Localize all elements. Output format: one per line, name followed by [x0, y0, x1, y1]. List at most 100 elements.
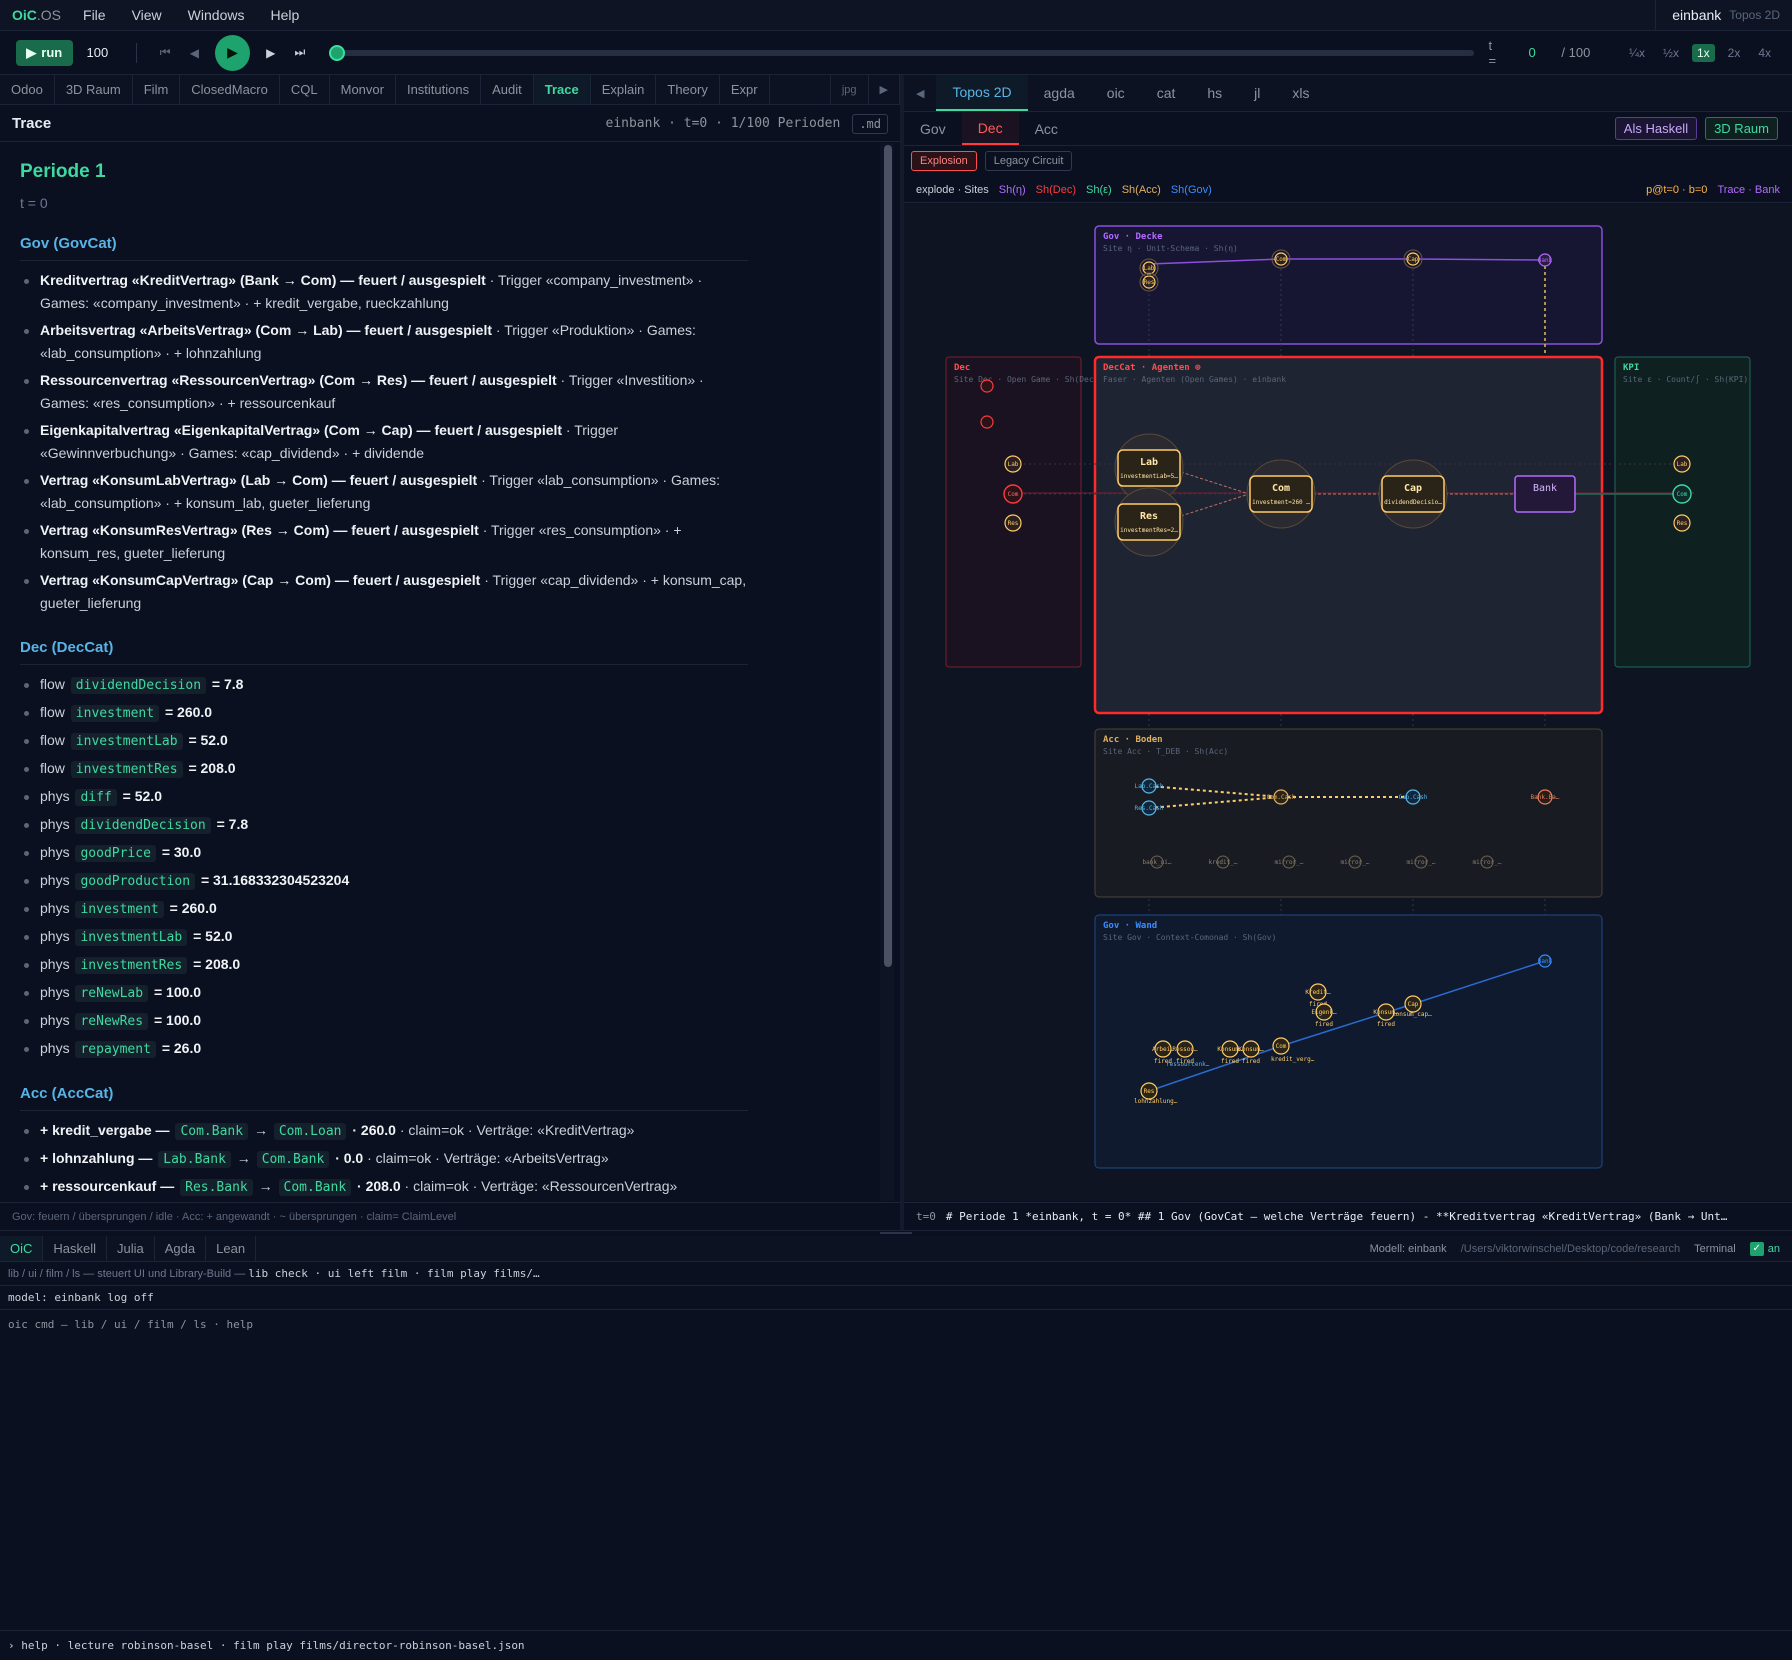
speed-quarter[interactable]: ¼x [1624, 44, 1650, 62]
menu-help[interactable]: Help [270, 7, 299, 23]
tab-topos-2d[interactable]: Topos 2D [936, 75, 1028, 111]
menu-file[interactable]: File [83, 7, 106, 23]
dec-res-node[interactable]: Res [1004, 514, 1022, 532]
tab-theory[interactable]: Theory [656, 75, 720, 104]
model-name[interactable]: einbank [1672, 7, 1721, 23]
tab-julia[interactable]: Julia [107, 1236, 155, 1261]
tab-trace[interactable]: Trace [533, 75, 591, 104]
kpi-res-node[interactable]: Res [1673, 514, 1691, 532]
agent-com[interactable]: Com investment=260 … [1246, 459, 1316, 529]
speed-2x[interactable]: 2x [1723, 44, 1746, 62]
trace-scrollbar-thumb[interactable] [884, 145, 892, 967]
explosion-mode-button[interactable]: Explosion [911, 151, 977, 171]
tab-xls[interactable]: xls [1276, 75, 1325, 111]
dec-com-node[interactable]: Com [1003, 484, 1023, 504]
node-label: Com [1677, 491, 1688, 498]
collapse-left-icon[interactable]: ◀ [904, 75, 936, 111]
step-forward-icon[interactable]: ▶ [256, 46, 285, 60]
list-item: Kreditvertrag «KreditVertrag» (Bank → Co… [20, 269, 748, 315]
kv-key: dividendDecision [70, 677, 207, 694]
gov-decke-node[interactable]: Com [1271, 249, 1291, 269]
tab-jpg[interactable]: jpg [829, 75, 869, 104]
tab-oic-console[interactable]: OiC [0, 1236, 44, 1261]
tabs-scroll-right-icon[interactable]: ▶ [869, 75, 900, 104]
tab-closedmacro[interactable]: ClosedMacro [180, 75, 280, 104]
tab-lean[interactable]: Lean [206, 1236, 257, 1261]
speed-1x[interactable]: 1x [1691, 43, 1715, 62]
tab-audit[interactable]: Audit [481, 75, 534, 104]
trace-scrollbar[interactable] [880, 143, 894, 1201]
posting-name: + kredit_vergabe — [40, 1122, 170, 1138]
tab-agda-console[interactable]: Agda [155, 1236, 207, 1261]
tab-film[interactable]: Film [133, 75, 181, 104]
dec-site[interactable] [945, 356, 1082, 668]
tab-explain[interactable]: Explain [591, 75, 657, 104]
speed-4x[interactable]: 4x [1753, 44, 1776, 62]
3d-raum-button[interactable]: 3D Raum [1705, 117, 1778, 140]
skip-start-icon[interactable]: ⏮ [151, 45, 180, 60]
tab-monvor[interactable]: Monvor [330, 75, 396, 104]
tab-gov[interactable]: Gov [904, 112, 962, 145]
terminal-checkbox[interactable]: ✓ [1749, 1241, 1764, 1256]
play-button[interactable]: ▶ [215, 34, 251, 71]
as-haskell-button[interactable]: Als Haskell [1614, 117, 1698, 140]
tab-oic[interactable]: oic [1091, 75, 1141, 111]
kpi-site[interactable] [1614, 356, 1751, 668]
agent-res[interactable]: Res investmentRes=2… [1114, 487, 1184, 557]
tab-institutions[interactable]: Institutions [396, 75, 482, 104]
ticks-input[interactable]: 100 [87, 45, 122, 60]
legacy-circuit-mode-button[interactable]: Legacy Circuit [984, 151, 1073, 171]
command-input[interactable]: › help · lecture robinson-basel · film p… [0, 1630, 1792, 1660]
kv-key: investment [70, 705, 160, 722]
skip-end-icon[interactable]: ⏭ [285, 45, 314, 60]
tab-cat[interactable]: cat [1141, 75, 1192, 111]
list-item: phys investment = 260.0 [20, 897, 748, 921]
tab-jl[interactable]: jl [1238, 75, 1276, 111]
kpi-com-node[interactable]: Com [1672, 484, 1692, 504]
speed-half[interactable]: ½x [1658, 44, 1684, 62]
trace-bank-link[interactable]: Trace · Bank [1717, 184, 1780, 196]
splitter-grip[interactable] [880, 1232, 912, 1234]
legend-sh-gov: Sh(Gov) [1170, 183, 1212, 196]
tab-dec[interactable]: Dec [961, 112, 1019, 145]
dec-open-game-node[interactable] [980, 415, 994, 429]
tab-odoo[interactable]: Odoo [0, 75, 55, 104]
time-slider-knob[interactable] [328, 44, 345, 61]
tab-agda[interactable]: agda [1028, 75, 1091, 111]
export-md-button[interactable]: .md [852, 113, 888, 134]
arrow-icon: → [253, 1122, 268, 1138]
tab-expr[interactable]: Expr [720, 75, 770, 104]
menu-view[interactable]: View [132, 7, 162, 23]
dec-lab-node[interactable]: Lab [1004, 455, 1022, 473]
tab-acc[interactable]: Acc [1019, 112, 1074, 145]
list-item: Eigenkapitalvertrag «EigenkapitalVertrag… [20, 419, 748, 465]
list-item: Vertrag «KonsumLabVertrag» (Lab → Com) —… [20, 469, 748, 515]
node-label: Res [1008, 520, 1019, 527]
gov-decke-node[interactable]: Cap [1403, 249, 1423, 269]
topos-diagram[interactable]: Gov · Decke Site η · Unit-Schema · Sh(η)… [904, 204, 1792, 1201]
gov-wand-node-com[interactable]: Com [1272, 1037, 1290, 1055]
agent-bank[interactable]: Bank [1514, 475, 1576, 513]
time-slider[interactable] [328, 44, 1475, 61]
kpi-lab-node[interactable]: Lab [1673, 455, 1691, 473]
gov-wand-node-cap[interactable]: Cap [1404, 995, 1422, 1013]
tab-cql[interactable]: CQL [280, 75, 330, 104]
app-logo[interactable]: OiC.OS [12, 7, 61, 23]
topos-canvas[interactable]: Gov · Decke Site η · Unit-Schema · Sh(η)… [904, 204, 1792, 1201]
gov-wand-node-res[interactable]: Res [1140, 1082, 1158, 1100]
trace-body[interactable]: Periode 1 t = 0 Gov (GovCat) Kreditvertr… [0, 143, 880, 1201]
dec-open-game-node[interactable] [980, 379, 994, 393]
console-output[interactable]: oic cmd — lib / ui / film / ls · help [0, 1310, 1792, 1630]
gov-wand-site[interactable] [1094, 914, 1603, 1169]
step-back-icon[interactable]: ◀ [180, 46, 209, 60]
kv-value: = 7.8 [216, 816, 249, 832]
agent-cap[interactable]: Cap dividendDecisio… [1378, 459, 1448, 529]
run-button[interactable]: ▶ run [16, 39, 73, 66]
tab-haskell[interactable]: Haskell [43, 1236, 108, 1261]
list-item: phys investmentLab = 52.0 [20, 925, 748, 949]
tab-3d-raum[interactable]: 3D Raum [55, 75, 133, 104]
menu-windows[interactable]: Windows [188, 7, 245, 23]
list-item: Arbeitsvertrag «ArbeitsVertrag» (Com → L… [20, 319, 748, 365]
tab-hs[interactable]: hs [1191, 75, 1238, 111]
agent-label: Lab [1140, 457, 1158, 468]
